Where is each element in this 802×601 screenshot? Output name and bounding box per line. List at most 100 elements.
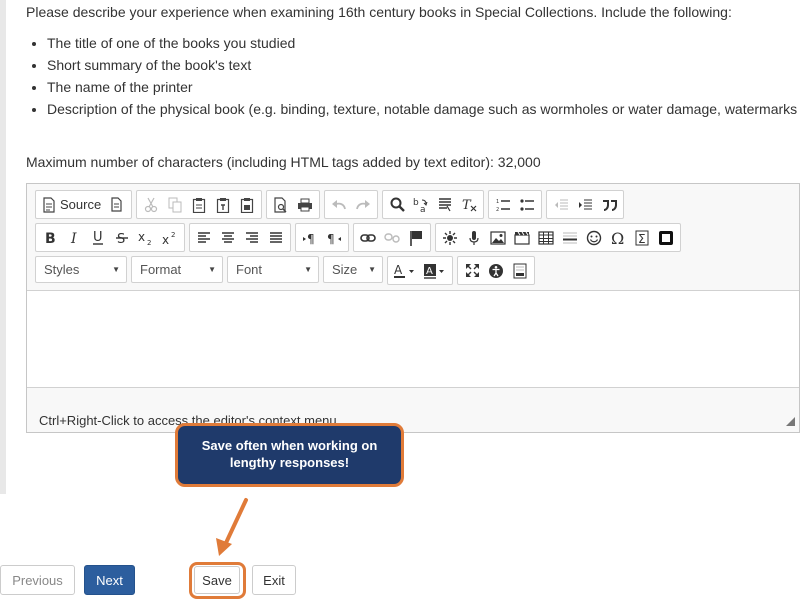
- media-button[interactable]: [510, 226, 534, 249]
- copy-icon: [168, 197, 182, 212]
- question-intro: Please describe your experience when exa…: [26, 4, 732, 20]
- indent-icon: [578, 199, 592, 209]
- toolbar-group-align: [189, 223, 291, 252]
- copy-button[interactable]: [163, 193, 187, 216]
- embed-media-button[interactable]: [654, 226, 678, 249]
- previous-button[interactable]: Previous: [0, 565, 75, 595]
- font-dropdown[interactable]: Font ▼: [227, 256, 319, 283]
- link-button[interactable]: [356, 226, 380, 249]
- format-dropdown[interactable]: Format ▼: [131, 256, 223, 283]
- save-button[interactable]: Save: [194, 566, 240, 594]
- undo-button[interactable]: [327, 193, 351, 216]
- replace-button[interactable]: ba: [409, 193, 433, 216]
- align-right-icon: [246, 231, 258, 243]
- strikethrough-button[interactable]: S: [110, 226, 134, 249]
- superscript-button[interactable]: x2: [158, 226, 182, 249]
- image-button[interactable]: [486, 226, 510, 249]
- italic-button[interactable]: I: [62, 226, 86, 249]
- editor-toolbar: Source b a T 1 2 B I U x 2 x 2 ¶ ¶ Ω Σ S…: [27, 184, 799, 290]
- svg-text:A: A: [426, 266, 433, 277]
- templates-button[interactable]: [105, 193, 129, 216]
- replace-icon: ba: [413, 198, 428, 213]
- justify-icon: [270, 231, 282, 243]
- list-item: The title of one of the books you studie…: [47, 34, 797, 56]
- table-button[interactable]: [534, 226, 558, 249]
- styles-dropdown[interactable]: Styles ▼: [35, 256, 127, 283]
- print-button[interactable]: [293, 193, 317, 216]
- styles-label: Styles: [44, 262, 80, 277]
- source-button[interactable]: Source: [38, 193, 105, 216]
- math-formula-button[interactable]: Σ: [630, 226, 654, 249]
- size-dropdown[interactable]: Size ▼: [323, 256, 383, 283]
- chevron-down-icon: ▼: [368, 265, 376, 274]
- preview-button[interactable]: [269, 193, 293, 216]
- toolbar-group-bidi: ¶ ¶: [295, 223, 349, 252]
- align-left-button[interactable]: [192, 226, 216, 249]
- align-right-button[interactable]: [240, 226, 264, 249]
- background-color-button[interactable]: A: [420, 259, 450, 282]
- next-button[interactable]: Next: [84, 565, 135, 595]
- svg-text:Σ: Σ: [638, 232, 646, 246]
- remove-format-button[interactable]: T: [457, 193, 481, 216]
- clipboard-icon: [193, 197, 206, 213]
- underline-icon: U: [93, 230, 103, 245]
- align-center-button[interactable]: [216, 226, 240, 249]
- rtl-icon: ¶: [327, 232, 341, 245]
- callout-text: Save often when working on lengthy respo…: [201, 438, 378, 470]
- unlink-button[interactable]: [380, 226, 404, 249]
- show-blocks-button[interactable]: [508, 259, 532, 282]
- text-direction-ltr-button[interactable]: ¶: [298, 226, 322, 249]
- requirements-list: The title of one of the books you studie…: [26, 34, 797, 122]
- exit-button[interactable]: Exit: [252, 565, 296, 595]
- paste-text-button[interactable]: [211, 193, 235, 216]
- horizontal-rule-button[interactable]: [558, 226, 582, 249]
- bulleted-list-button[interactable]: [515, 193, 539, 216]
- svg-text:a: a: [420, 205, 426, 213]
- toolbar-group-history: [324, 190, 379, 219]
- save-tip-callout: Save often when working on lengthy respo…: [175, 423, 404, 487]
- document-icon: [111, 197, 122, 212]
- smiley-button[interactable]: [582, 226, 606, 249]
- text-color-button[interactable]: A: [390, 259, 420, 282]
- strikethrough-icon: S: [116, 232, 128, 245]
- record-audio-button[interactable]: [462, 226, 486, 249]
- svg-text:Ω: Ω: [611, 230, 624, 246]
- special-character-button[interactable]: Ω: [606, 226, 630, 249]
- redo-button[interactable]: [351, 193, 375, 216]
- flag-icon: [410, 230, 422, 246]
- find-button[interactable]: [385, 193, 409, 216]
- film-icon: [659, 230, 673, 245]
- anchor-button[interactable]: [404, 226, 428, 249]
- justify-button[interactable]: [264, 226, 288, 249]
- paste-word-button[interactable]: [235, 193, 259, 216]
- resize-handle-icon[interactable]: [786, 417, 795, 426]
- outdent-button[interactable]: [549, 193, 573, 216]
- starburst-icon: [443, 230, 457, 245]
- underline-button[interactable]: U: [86, 226, 110, 249]
- image-icon: [490, 230, 506, 245]
- toolbar-group-clipboard: [136, 190, 263, 219]
- list-item: Description of the physical book (e.g. b…: [47, 100, 797, 122]
- text-direction-rtl-button[interactable]: ¶: [322, 226, 346, 249]
- clapperboard-icon: [514, 231, 530, 245]
- subscript-button[interactable]: x2: [134, 226, 158, 249]
- accessibility-checker-button[interactable]: [484, 259, 508, 282]
- indent-button[interactable]: [573, 193, 597, 216]
- select-all-button[interactable]: [433, 193, 457, 216]
- toolbar-group-colors: A A: [387, 256, 453, 285]
- cut-button[interactable]: [139, 193, 163, 216]
- maximize-button[interactable]: [460, 259, 484, 282]
- paste-button[interactable]: [187, 193, 211, 216]
- accessibility-icon: [489, 263, 503, 278]
- blockquote-button[interactable]: [597, 193, 621, 216]
- list-item: Short summary of the book's text: [47, 56, 797, 78]
- editor-content-area[interactable]: [27, 290, 799, 388]
- bold-button[interactable]: B: [38, 226, 62, 249]
- sigma-icon: Σ: [635, 230, 649, 246]
- toolbar-group-tools: [457, 256, 535, 285]
- insert-widget-button[interactable]: [438, 226, 462, 249]
- maximize-icon: [465, 264, 479, 277]
- toolbar-group-lists: 12: [488, 190, 543, 219]
- toolbar-group-links: [353, 223, 431, 252]
- numbered-list-button[interactable]: 12: [491, 193, 515, 216]
